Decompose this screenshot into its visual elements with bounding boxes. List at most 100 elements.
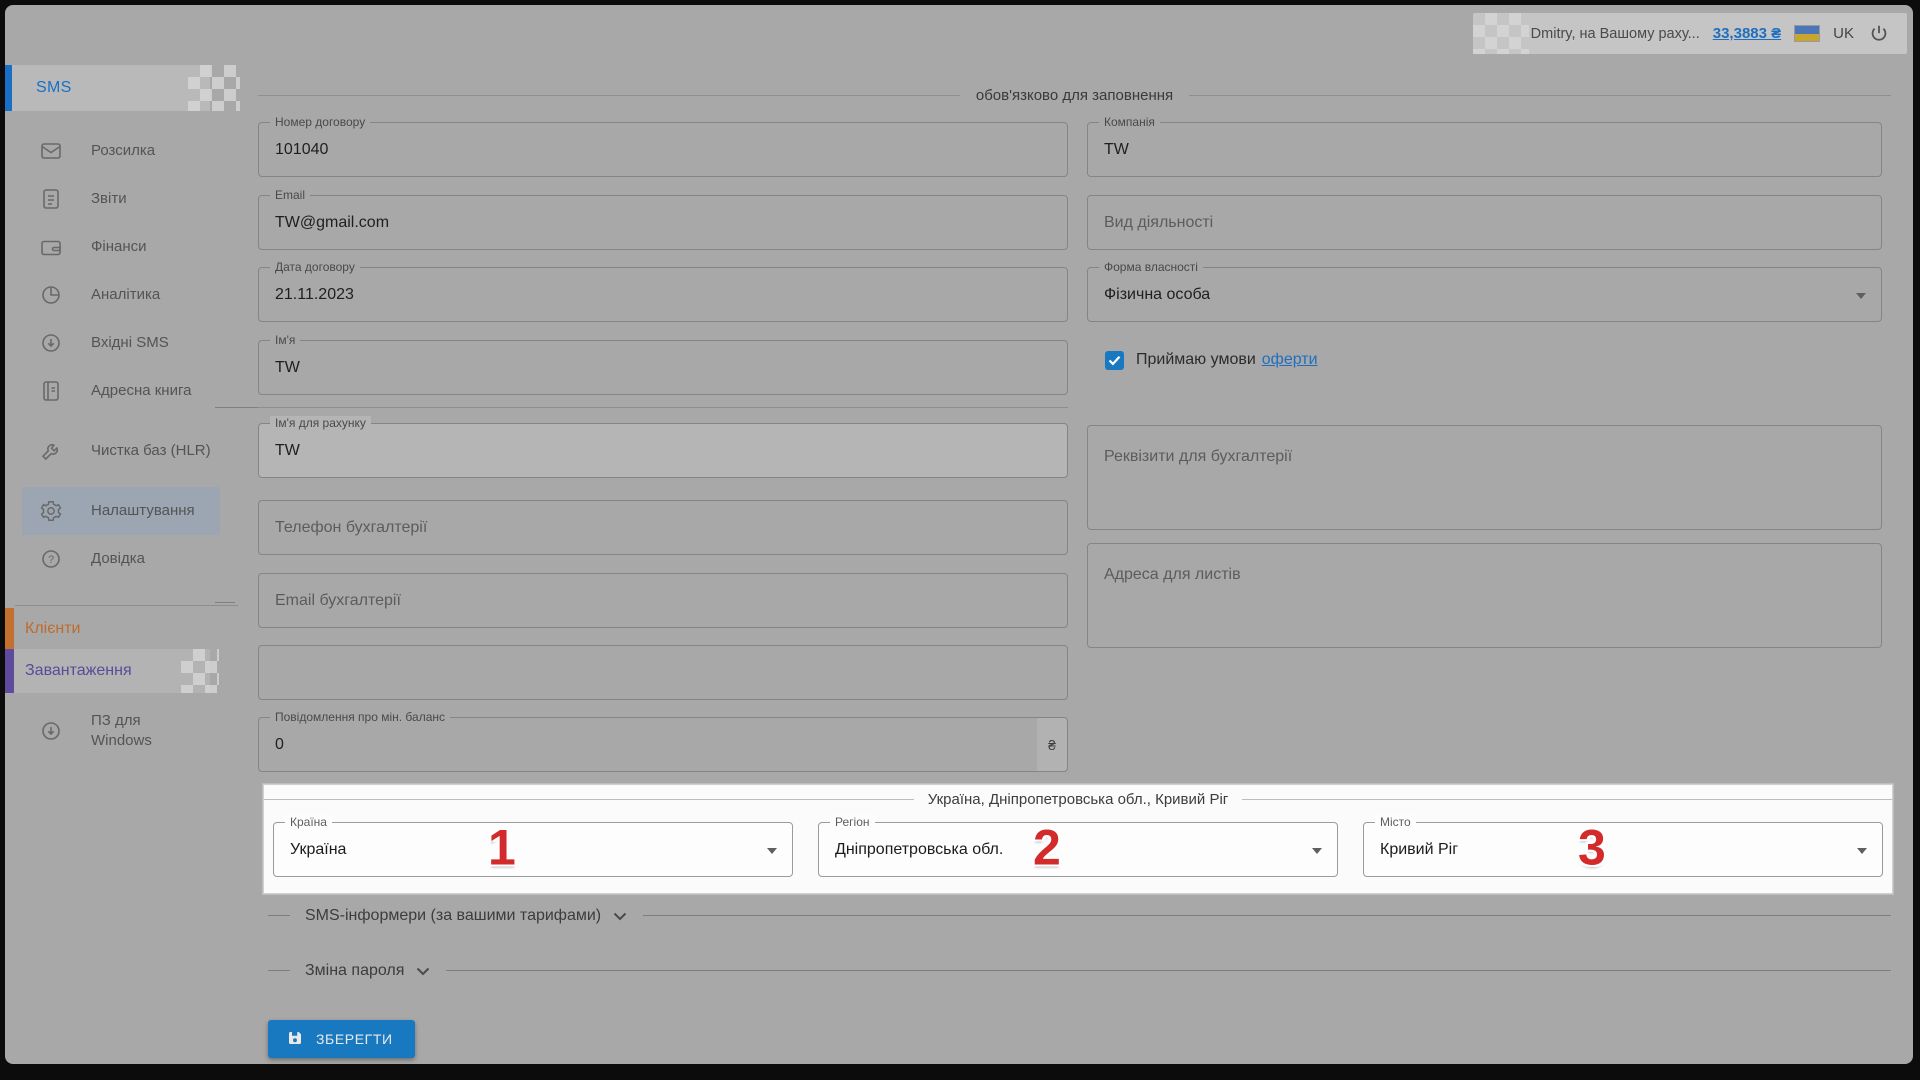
accounting-phone-field[interactable]: Телефон бухгалтерії [258, 500, 1068, 555]
account-name-field[interactable]: Ім'я для рахунку TW [258, 423, 1068, 478]
currency-suffix: ₴ [1037, 718, 1067, 771]
company-field[interactable]: Компанія TW [1087, 122, 1882, 177]
sidebar-item-analityka[interactable]: Аналітика [5, 271, 242, 319]
field-value: 21.11.2023 [275, 286, 354, 304]
field-placeholder: Адреса для листів [1104, 566, 1241, 584]
sidebar-item-label: Розсилка [91, 141, 213, 161]
field-value: 0 [275, 736, 284, 754]
ownership-select[interactable]: Форма власності Фізична особа [1087, 267, 1882, 322]
location-selects-row: Країна Україна 1 Регіон Дніпропетровська… [264, 822, 1892, 877]
required-legend-text: обов'язково для заповнення [976, 87, 1173, 104]
field-value: 101040 [275, 141, 328, 159]
contract-date-field[interactable]: Дата договору 21.11.2023 [258, 267, 1068, 322]
sidebar-item-hlr[interactable]: Чистка баз (HLR) [5, 415, 242, 487]
gear-icon [39, 499, 63, 523]
sidebar-link-zavantazhennya[interactable]: Завантаження [5, 649, 210, 693]
sidebar-divider [15, 605, 238, 606]
user-bar: Dmitry, на Вашому раху... 33,3883 ₴ UK [1473, 13, 1907, 54]
field-placeholder: Телефон бухгалтерії [275, 519, 427, 537]
country-select[interactable]: Країна Україна 1 [273, 822, 793, 877]
field-label: Повідомлення про мін. баланс [270, 710, 450, 724]
checkbox-checked-icon[interactable] [1105, 351, 1124, 370]
language-label[interactable]: UK [1833, 25, 1854, 42]
empty-field[interactable] [258, 645, 1068, 700]
location-panel: Україна, Дніпропетровська обл., Кривий Р… [263, 784, 1893, 894]
sidebar-item-vhidni-sms[interactable]: Вхідні SMS [5, 319, 242, 367]
annotation-marker-2: 2 [1033, 818, 1061, 876]
field-value: TW [275, 442, 300, 460]
balance-link[interactable]: 33,3883 ₴ [1713, 25, 1781, 42]
sidebar-link-label: Завантаження [25, 662, 132, 680]
chevron-down-icon [767, 848, 777, 854]
fieldset-border-stub [215, 602, 235, 603]
field-label: Компанія [1099, 115, 1160, 129]
sidebar-item-finansy[interactable]: Фінанси [5, 223, 242, 271]
accounting-details-textarea[interactable]: Реквізити для бухгалтерії [1087, 425, 1882, 530]
save-button-label: ЗБЕРЕГТИ [316, 1031, 393, 1047]
sidebar-item-rozsylka[interactable]: Розсилка [5, 127, 242, 175]
field-label: Країна [285, 815, 332, 829]
field-value: Україна [290, 841, 346, 859]
field-label: Email [270, 188, 310, 202]
sidebar-item-label: Налаштування [91, 501, 213, 521]
field-value: TW@gmail.com [275, 214, 389, 232]
section-label: SMS-інформери (за вашими тарифами) [305, 907, 601, 925]
sidebar-item-label: Аналітика [91, 285, 213, 305]
field-label: Регіон [830, 815, 875, 829]
field-value: Фізична особа [1104, 286, 1210, 304]
contract-number-field[interactable]: Номер договору 101040 [258, 122, 1068, 177]
mail-address-textarea[interactable]: Адреса для листів [1087, 543, 1882, 648]
min-balance-field[interactable]: Повідомлення про мін. баланс 0 ₴ [258, 717, 1068, 772]
sidebar-item-dovidka[interactable]: ? Довідка [5, 535, 242, 583]
field-placeholder: Реквізити для бухгалтерії [1104, 448, 1292, 466]
activity-field[interactable]: Вид діяльності [1087, 195, 1882, 250]
svg-text:?: ? [48, 554, 54, 566]
field-label: Дата договору [270, 260, 360, 274]
save-button[interactable]: ЗБЕРЕГТИ [268, 1020, 415, 1058]
sidebar-item-adresna-knyga[interactable]: Адресна книга [5, 367, 242, 415]
offer-link[interactable]: оферти [1262, 351, 1318, 369]
sidebar-item-zvity[interactable]: Звіти [5, 175, 242, 223]
sidebar-link-label: Клієнти [25, 620, 80, 638]
location-legend: Україна, Дніпропетровська обл., Кривий Р… [264, 791, 1892, 808]
checker-artifact [188, 65, 240, 111]
ukraine-flag-icon [1794, 25, 1820, 42]
checker-artifact [1473, 13, 1529, 54]
field-placeholder: Email бухгалтерії [275, 592, 401, 610]
field-label: Місто [1375, 815, 1416, 829]
download-icon [39, 719, 63, 743]
sidebar-section-title: SMS [36, 79, 72, 97]
sidebar-link-kliyenty[interactable]: Клієнти [5, 608, 195, 649]
user-greeting: Dmitry, на Вашому раху... [1531, 26, 1700, 42]
field-value: Кривий Ріг [1380, 841, 1458, 859]
wrench-icon [39, 439, 63, 463]
section-label: Зміна пароля [305, 962, 404, 980]
checker-artifact [181, 649, 219, 693]
chevron-down-icon [613, 908, 627, 926]
form-column-right: Компанія TW Вид діяльності Форма власнос… [1087, 114, 1882, 648]
logout-power-icon[interactable] [1867, 22, 1891, 46]
city-select[interactable]: Місто Кривий Ріг 3 [1363, 822, 1883, 877]
pie-chart-icon [39, 283, 63, 307]
sidebar-section-sms[interactable]: SMS [5, 65, 210, 111]
name-field[interactable]: Ім'я TW [258, 340, 1068, 395]
sidebar-item-nalashtuvannya[interactable]: Налаштування [22, 487, 220, 535]
field-label: Ім'я для рахунку [270, 416, 371, 430]
sidebar-item-label: Вхідні SMS [91, 333, 213, 353]
offer-terms-row: Приймаю умови оферти [1105, 348, 1882, 372]
chevron-down-icon [1312, 848, 1322, 854]
sidebar-item-label: Адресна книга [91, 381, 213, 401]
field-value: TW [275, 359, 300, 377]
sidebar-item-label: Чистка баз (HLR) [91, 441, 213, 461]
change-password-section-toggle[interactable]: Зміна пароля [268, 960, 1891, 981]
sidebar-menu: Розсилка Звіти Фінанси Аналітика [5, 127, 242, 583]
field-value: Дніпропетровська обл. [835, 841, 1003, 859]
save-floppy-icon [286, 1029, 304, 1050]
accounting-email-field[interactable]: Email бухгалтерії [258, 573, 1068, 628]
region-select[interactable]: Регіон Дніпропетровська обл. 2 [818, 822, 1338, 877]
sms-informers-section-toggle[interactable]: SMS-інформери (за вашими тарифами) [268, 905, 1891, 926]
annotation-marker-3: 3 [1578, 818, 1606, 876]
email-field[interactable]: Email TW@gmail.com [258, 195, 1068, 250]
sidebar-item-label: ПЗ для Windows [91, 711, 175, 752]
sidebar-item-pz-windows[interactable]: ПЗ для Windows [5, 711, 242, 752]
